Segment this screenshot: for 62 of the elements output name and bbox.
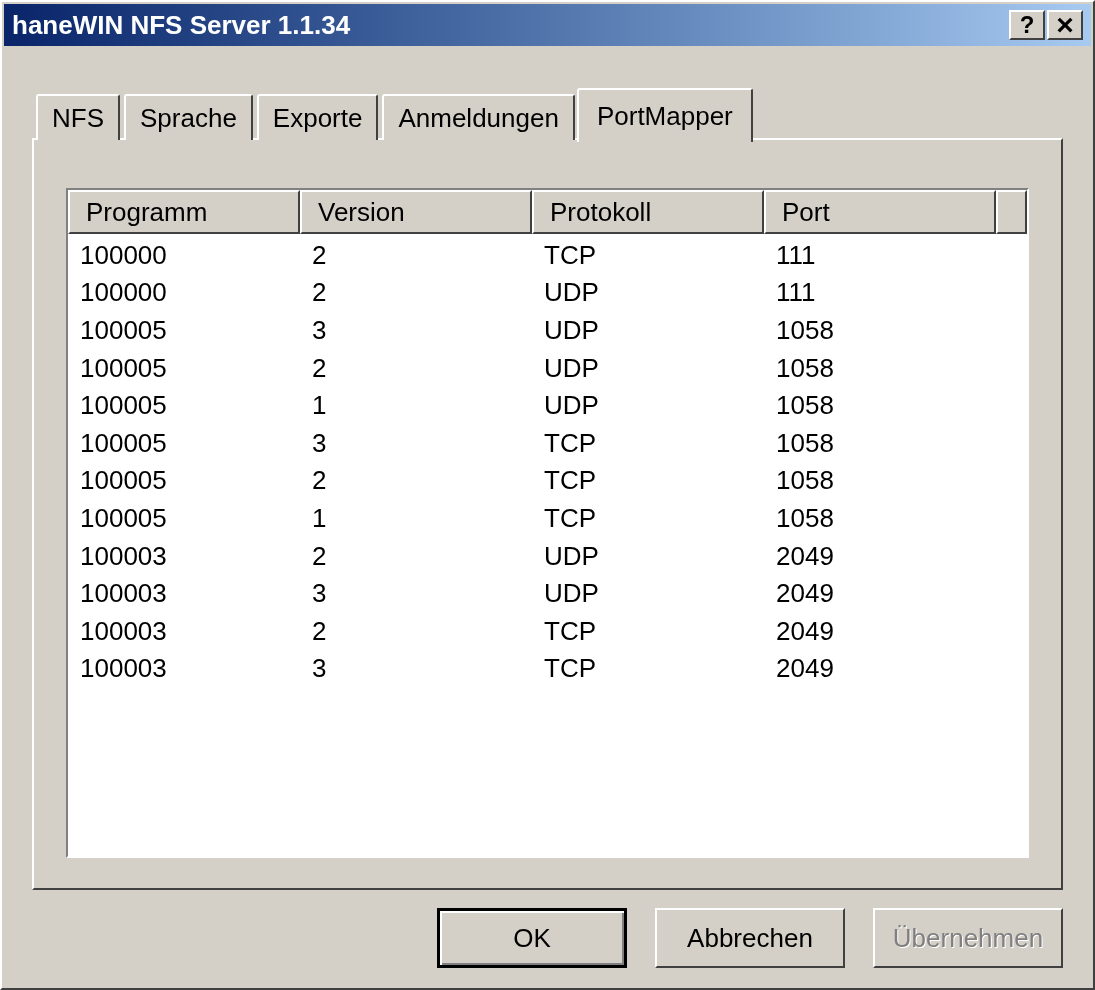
help-button[interactable]: ? [1009, 10, 1045, 40]
table-cell-text: 1 [311, 389, 328, 423]
table-cell-text: TCP [543, 652, 597, 686]
table-cell-text: 100005 [79, 501, 168, 535]
window-title: haneWIN NFS Server 1.1.34 [12, 8, 351, 42]
table-cell-text: 2049 [775, 614, 835, 648]
table-cell-text: 2049 [775, 577, 835, 611]
dialog-button[interactable]: OK [437, 908, 627, 968]
table-cell-text: 100003 [79, 539, 168, 573]
table-cell-text: 2 [311, 464, 328, 498]
tab[interactable]: PortMapper [576, 88, 753, 142]
table-cell-text: 2 [311, 614, 328, 648]
dialog-button[interactable]: Abbrechen [655, 908, 845, 968]
table-cell-text: 2 [311, 238, 328, 272]
table-cell-text: 1058 [775, 389, 835, 423]
table-cell-text: UDP [543, 314, 600, 347]
column-header[interactable]: Version [300, 190, 532, 234]
table-cell-text: 100000 [79, 238, 168, 272]
table-cell-text: 3 [311, 652, 328, 686]
table-cell-text: 111 [775, 238, 817, 272]
table-cell-text: 2049 [775, 652, 835, 686]
table-cell-text: UDP [543, 351, 600, 385]
table-cell-text: TCP [543, 501, 597, 535]
table-cell-text: 1058 [775, 351, 835, 385]
column-header[interactable]: Port [764, 190, 996, 234]
table-cell-text: TCP [543, 238, 597, 272]
table-cell-text: UDP [543, 276, 600, 310]
table-cell-text: 2 [311, 539, 328, 573]
table-cell-text: 1058 [775, 426, 835, 460]
tab[interactable]: NFS [36, 94, 120, 140]
table-cell-text: 100000 [79, 276, 168, 310]
table-cell-text: 2 [311, 351, 328, 385]
table-cell-text: 2049 [775, 539, 835, 573]
table-cell-text: 1058 [775, 314, 835, 347]
tab[interactable]: Sprache [124, 94, 253, 140]
table-cell-text: 100005 [79, 351, 168, 385]
table-cell-text: 1058 [775, 464, 835, 498]
table-cell-text: TCP [543, 614, 597, 648]
table-cell-text: UDP [543, 577, 600, 611]
tab[interactable]: Anmeldungen [382, 94, 575, 140]
column-header[interactable]: Programm [68, 190, 300, 234]
close-button[interactable]: × [1047, 10, 1083, 40]
table-cell-text: 3 [311, 314, 328, 347]
table-cell-text: UDP [543, 539, 600, 573]
table-cell-text: 100005 [79, 389, 168, 423]
table-cell-text: 100003 [79, 652, 168, 686]
table-cell-text: 100005 [79, 426, 168, 460]
tab[interactable]: Exporte [256, 94, 379, 140]
table-cell-text: 2 [311, 276, 328, 310]
table-cell-text: 100005 [79, 314, 168, 347]
table-cell-text: 1058 [775, 501, 835, 535]
table-cell-text: 1 [311, 501, 328, 535]
column-header[interactable]: Protokoll [532, 190, 764, 234]
table-cell-text: 100003 [79, 614, 168, 648]
table-cell-text: 111 [775, 276, 817, 310]
table-cell-text: 3 [311, 426, 328, 460]
table-cell-text: UDP [543, 389, 600, 423]
table-cell-text: TCP [543, 426, 597, 460]
table-cell-text: TCP [543, 464, 597, 498]
table-cell-text: 100005 [79, 464, 168, 498]
table-cell-text: 3 [311, 577, 328, 611]
table-cell-text: 100003 [79, 577, 168, 611]
